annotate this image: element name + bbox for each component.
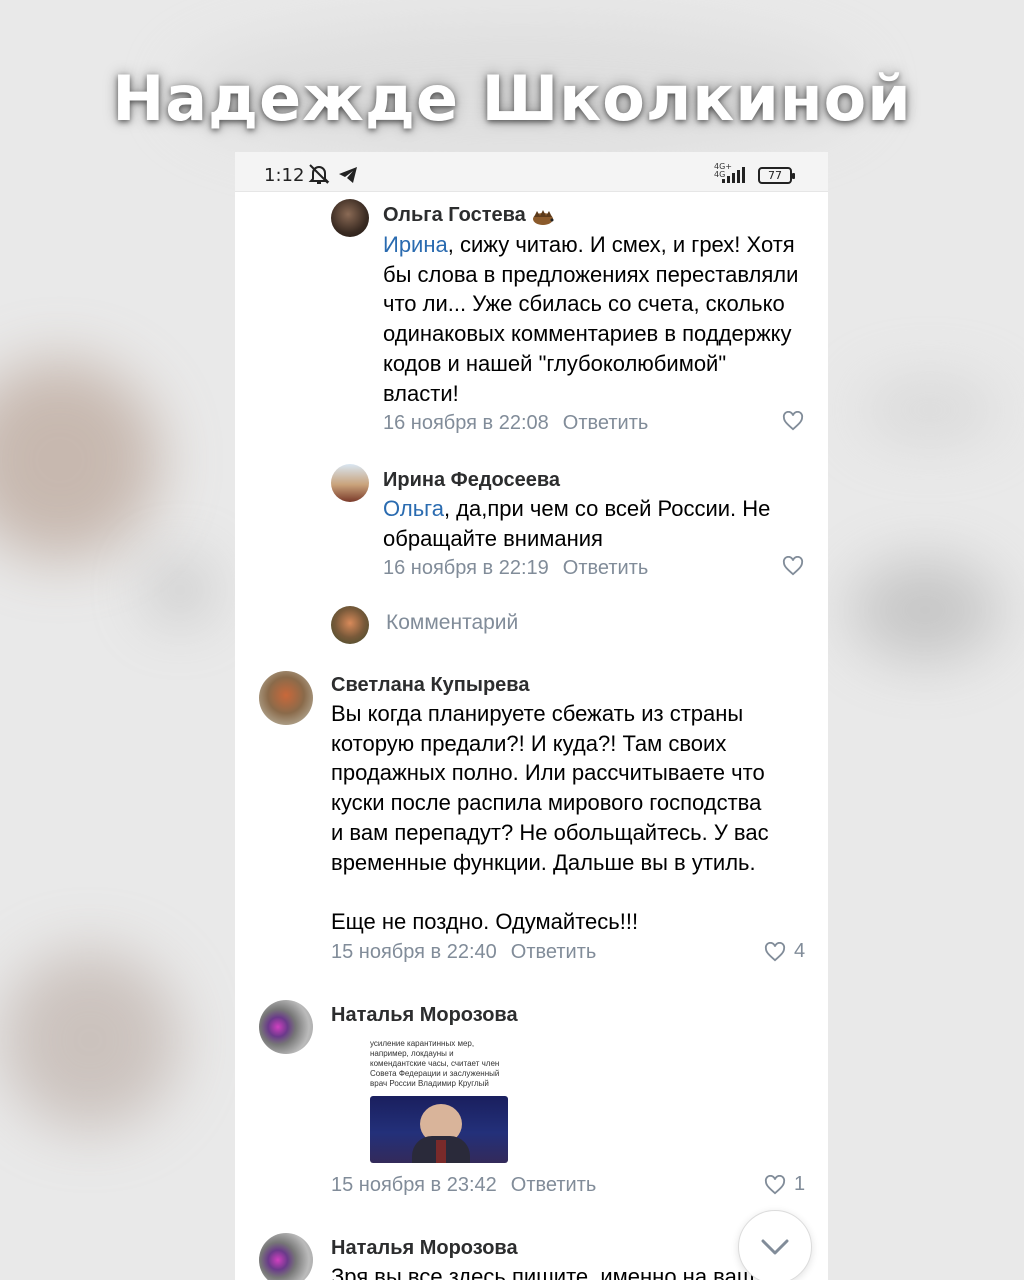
- attached-image[interactable]: усиление карантинных мер, например, локд…: [368, 1039, 508, 1163]
- like-count: 4: [794, 940, 806, 962]
- battery-indicator: 77: [758, 167, 795, 184]
- like-button[interactable]: [782, 556, 804, 576]
- heart-icon: [764, 941, 786, 961]
- avatar[interactable]: [259, 671, 313, 725]
- own-avatar: [331, 606, 369, 644]
- heart-icon: [782, 556, 804, 576]
- signal-icon: [722, 167, 745, 183]
- overlay-title: Надежде Школкиной: [112, 62, 912, 135]
- comment-author[interactable]: Светлана Купырева: [331, 674, 529, 697]
- comment-date: 16 ноября в 22:19: [383, 557, 549, 579]
- mention-link[interactable]: Ирина: [383, 232, 448, 257]
- comment-meta: 15 ноября в 23:42 Ответить: [331, 1174, 596, 1197]
- reply-button[interactable]: Ответить: [511, 941, 597, 963]
- phone-screen: 1:12 4G+ 4G 77 Ольга Гостева Ирина, сижу…: [235, 152, 828, 1280]
- avatar[interactable]: [259, 1000, 313, 1054]
- heart-icon: [764, 1174, 786, 1194]
- like-button[interactable]: 1: [764, 1173, 805, 1196]
- image-caption: усиление карантинных мер, например, локд…: [370, 1039, 500, 1088]
- battery-level: 77: [768, 169, 782, 182]
- comment-author[interactable]: Наталья Морозова: [331, 1004, 518, 1027]
- avatar[interactable]: [259, 1233, 313, 1280]
- scroll-down-button[interactable]: [738, 1210, 812, 1280]
- reply-button[interactable]: Ответить: [563, 557, 649, 579]
- avatar[interactable]: [331, 199, 369, 237]
- image-photo: [370, 1096, 508, 1163]
- comment-meta: 15 ноября в 22:40 Ответить: [331, 941, 596, 964]
- comment-date: 16 ноября в 22:08: [383, 412, 549, 434]
- comment-text: Зря вы все здесь пишите, именно на ваш: [331, 1264, 755, 1280]
- comment-text: Ирина, сижу читаю. И смех, и грех! Хотя …: [383, 232, 799, 406]
- comment-input[interactable]: Комментарий: [386, 611, 518, 635]
- comment-author[interactable]: Ирина Федосеева: [383, 469, 560, 492]
- comment-text: Ольга, да,при чем со всей России. Не обр…: [383, 496, 771, 551]
- status-bar: 1:12 4G+ 4G 77: [235, 152, 828, 192]
- hedgehog-icon: [533, 210, 554, 225]
- bell-off-icon: [308, 164, 330, 184]
- comment-author[interactable]: Ольга Гостева: [383, 204, 526, 227]
- chevron-down-icon: [761, 1239, 789, 1255]
- status-time: 1:12: [264, 165, 305, 186]
- telegram-icon: [339, 167, 357, 183]
- reply-button[interactable]: Ответить: [563, 412, 649, 434]
- avatar[interactable]: [331, 464, 369, 502]
- like-count: 1: [794, 1173, 806, 1195]
- comment-text: Вы когда планируете сбежать из страны ко…: [331, 701, 769, 934]
- comment-date: 15 ноября в 23:42: [331, 1174, 497, 1196]
- reply-button[interactable]: Ответить: [511, 1174, 597, 1196]
- like-button[interactable]: 4: [764, 940, 805, 963]
- like-button[interactable]: [782, 411, 804, 431]
- comment-author[interactable]: Наталья Морозова: [331, 1237, 518, 1260]
- comment-meta: 16 ноября в 22:08 Ответить: [383, 412, 648, 435]
- comment-meta: 16 ноября в 22:19 Ответить: [383, 557, 648, 580]
- heart-icon: [782, 411, 804, 431]
- mention-link[interactable]: Ольга: [383, 496, 444, 521]
- comment-date: 15 ноября в 22:40: [331, 941, 497, 963]
